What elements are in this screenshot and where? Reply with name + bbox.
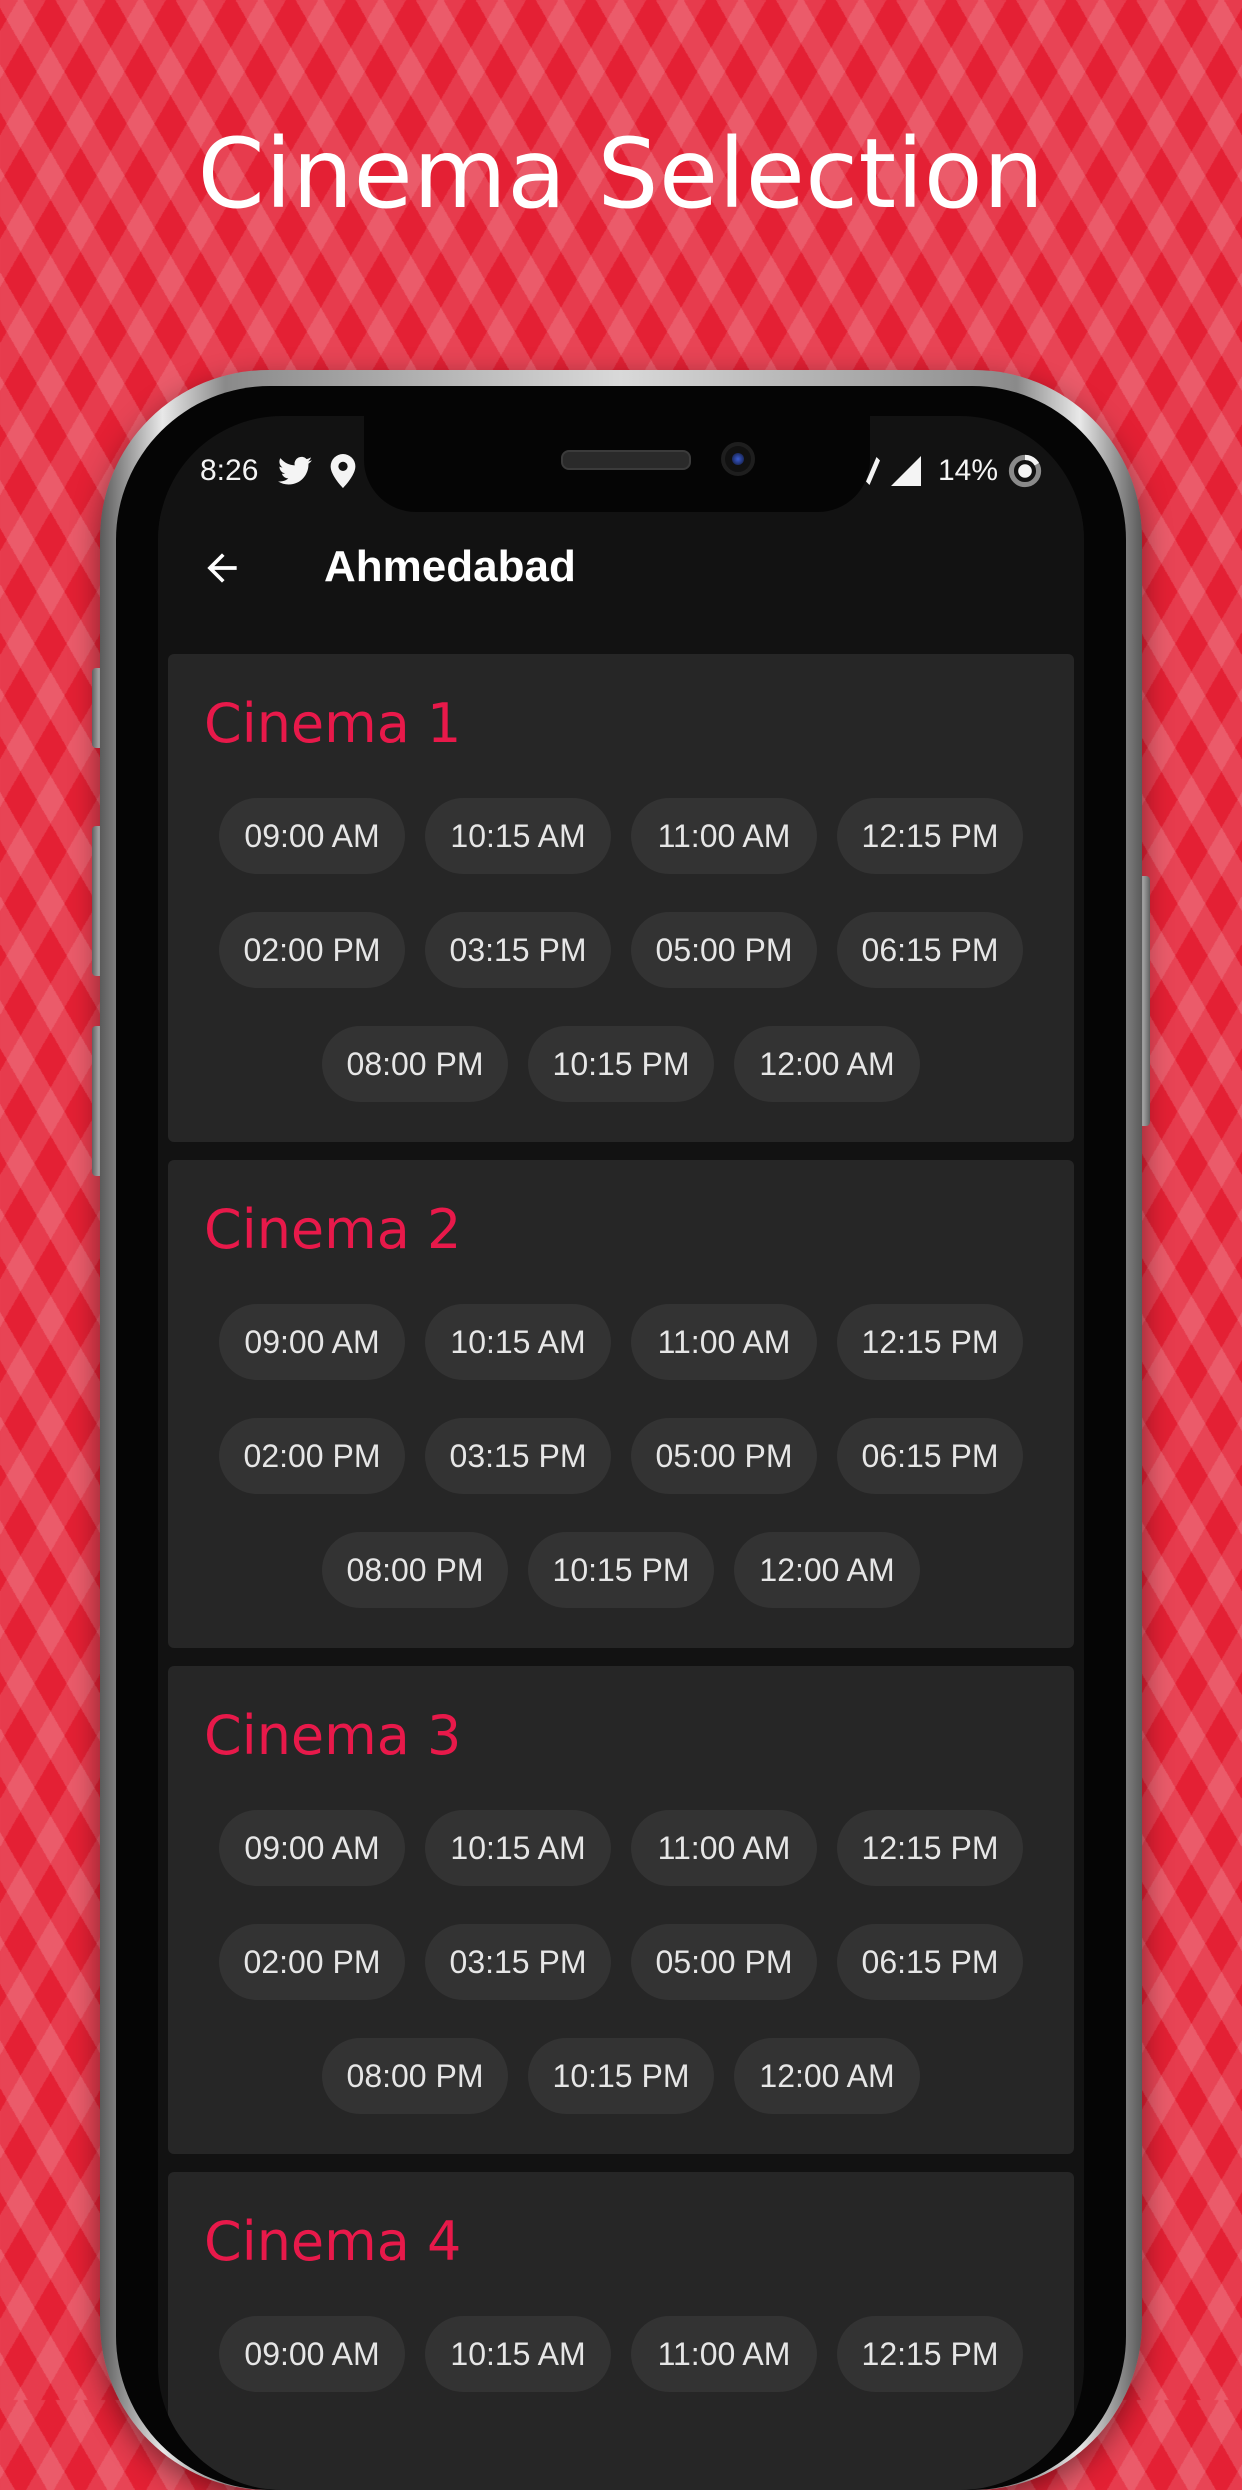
app-bar: Ahmedabad [158, 512, 1084, 636]
showtime-row: 09:00 AM 10:15 AM 11:00 AM 12:15 PM [168, 1304, 1074, 1380]
showtime-chip[interactable]: 02:00 PM [219, 912, 405, 988]
showtime-chip[interactable]: 06:15 PM [837, 1924, 1023, 2000]
twitter-icon [278, 456, 312, 485]
showtime-chip[interactable]: 09:00 AM [219, 1810, 405, 1886]
showtime-chip[interactable]: 09:00 AM [219, 1304, 405, 1380]
showtime-chip[interactable]: 11:00 AM [631, 2316, 817, 2392]
showtime-chip[interactable]: 10:15 AM [425, 2316, 611, 2392]
showtime-row: 08:00 PM 10:15 PM 12:00 AM [168, 1026, 1074, 1102]
cinema-name: Cinema 2 [204, 1198, 462, 1261]
showtime-row: 09:00 AM 10:15 AM 11:00 AM 12:15 PM [168, 1810, 1074, 1886]
showtime-row: 02:00 PM 03:15 PM 05:00 PM 06:15 PM [168, 1418, 1074, 1494]
cinema-name: Cinema 3 [204, 1704, 462, 1767]
cinema-card: Cinema 2 09:00 AM 10:15 AM 11:00 AM 12:15 PM… [168, 1160, 1074, 1648]
showtime-chip[interactable]: 03:15 PM [425, 1924, 611, 2000]
showtime-chip[interactable]: 10:15 PM [528, 2038, 714, 2114]
showtime-row: 09:00 AM 10:15 AM 11:00 AM 12:15 PM [168, 2316, 1074, 2392]
showtime-chip[interactable]: 12:00 AM [734, 1026, 920, 1102]
battery-percentage: 14% [938, 454, 999, 487]
battery-icon [1008, 454, 1042, 488]
showtime-chip[interactable]: 12:15 PM [837, 2316, 1023, 2392]
showtime-chip[interactable]: 09:00 AM [219, 798, 405, 874]
phone-bezel: 8:26 14% Ahmedabad Cinema 1 09:00 AM 10:… [116, 386, 1126, 2490]
app-bar-title: Ahmedabad [324, 542, 576, 591]
showtime-chip[interactable]: 09:00 AM [219, 2316, 405, 2392]
cinema-card: Cinema 3 09:00 AM 10:15 AM 11:00 AM 12:15 PM… [168, 1666, 1074, 2154]
showtime-chip[interactable]: 12:15 PM [837, 1304, 1023, 1380]
back-arrow-icon[interactable] [200, 546, 244, 590]
status-time: 8:26 [200, 454, 259, 487]
showtime-chip[interactable]: 10:15 PM [528, 1026, 714, 1102]
showtime-row: 09:00 AM 10:15 AM 11:00 AM 12:15 PM [168, 798, 1074, 874]
front-camera [721, 442, 755, 476]
showtime-chip[interactable]: 06:15 PM [837, 1418, 1023, 1494]
showtime-chip[interactable]: 06:15 PM [837, 912, 1023, 988]
showtime-chip[interactable]: 03:15 PM [425, 1418, 611, 1494]
cinema-card: Cinema 4 09:00 AM 10:15 AM 11:00 AM 12:15 PM [168, 2172, 1074, 2490]
showtime-chip[interactable]: 02:00 PM [219, 1924, 405, 2000]
cinema-name: Cinema 1 [204, 692, 462, 755]
phone-screen: 8:26 14% Ahmedabad Cinema 1 09:00 AM 10:… [158, 416, 1084, 2490]
page-title: Cinema Selection [197, 118, 1045, 230]
showtime-chip[interactable]: 10:15 AM [425, 1810, 611, 1886]
cinema-name: Cinema 4 [204, 2210, 462, 2273]
cinema-card: Cinema 1 09:00 AM 10:15 AM 11:00 AM 12:15 PM… [168, 654, 1074, 1142]
showtime-chip[interactable]: 08:00 PM [322, 1026, 508, 1102]
showtime-chip[interactable]: 08:00 PM [322, 1532, 508, 1608]
showtime-chip[interactable]: 12:15 PM [837, 798, 1023, 874]
showtime-chip[interactable]: 05:00 PM [631, 912, 817, 988]
showtime-chip[interactable]: 03:15 PM [425, 912, 611, 988]
showtime-chip[interactable]: 08:00 PM [322, 2038, 508, 2114]
showtime-row: 08:00 PM 10:15 PM 12:00 AM [168, 1532, 1074, 1608]
speaker-grille [561, 450, 691, 470]
showtime-chip[interactable]: 10:15 PM [528, 1532, 714, 1608]
showtime-chip[interactable]: 10:15 AM [425, 1304, 611, 1380]
showtime-row: 08:00 PM 10:15 PM 12:00 AM [168, 2038, 1074, 2114]
notch [364, 416, 870, 512]
showtime-chip[interactable]: 12:00 AM [734, 2038, 920, 2114]
showtime-chip[interactable]: 11:00 AM [631, 798, 817, 874]
showtime-row: 02:00 PM 03:15 PM 05:00 PM 06:15 PM [168, 1924, 1074, 2000]
showtime-chip[interactable]: 10:15 AM [425, 798, 611, 874]
showtime-chip[interactable]: 12:15 PM [837, 1810, 1023, 1886]
showtime-chip[interactable]: 11:00 AM [631, 1304, 817, 1380]
phone-frame: 8:26 14% Ahmedabad Cinema 1 09:00 AM 10:… [100, 370, 1142, 2490]
showtime-chip[interactable]: 05:00 PM [631, 1924, 817, 2000]
signal-icon [891, 456, 921, 486]
showtime-chip[interactable]: 05:00 PM [631, 1418, 817, 1494]
showtime-chip[interactable]: 11:00 AM [631, 1810, 817, 1886]
showtime-row: 02:00 PM 03:15 PM 05:00 PM 06:15 PM [168, 912, 1074, 988]
location-icon [330, 454, 356, 488]
showtime-chip[interactable]: 02:00 PM [219, 1418, 405, 1494]
showtime-chip[interactable]: 12:00 AM [734, 1532, 920, 1608]
